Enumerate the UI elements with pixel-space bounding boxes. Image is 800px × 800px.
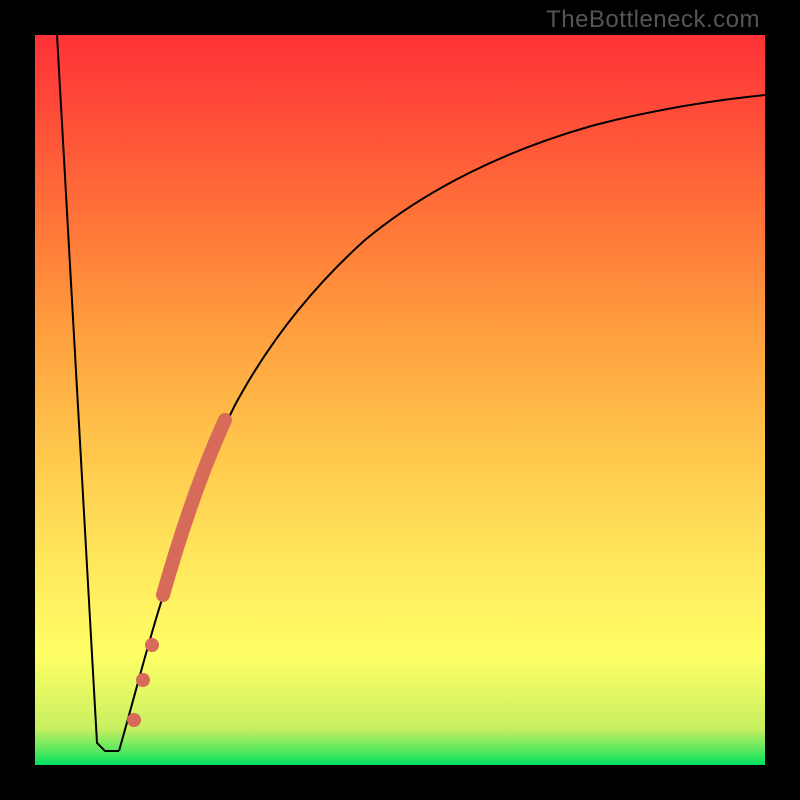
highlight-segment (163, 420, 225, 595)
curve-layer (35, 35, 765, 765)
watermark-text: TheBottleneck.com (546, 6, 760, 34)
highlight-dot (136, 673, 150, 687)
highlight-dot (127, 713, 141, 727)
highlight-dot (145, 638, 159, 652)
plot-area (35, 35, 765, 765)
left-edge-line (57, 35, 119, 751)
chart-frame: TheBottleneck.com (0, 0, 800, 800)
main-curve-line (119, 95, 765, 751)
